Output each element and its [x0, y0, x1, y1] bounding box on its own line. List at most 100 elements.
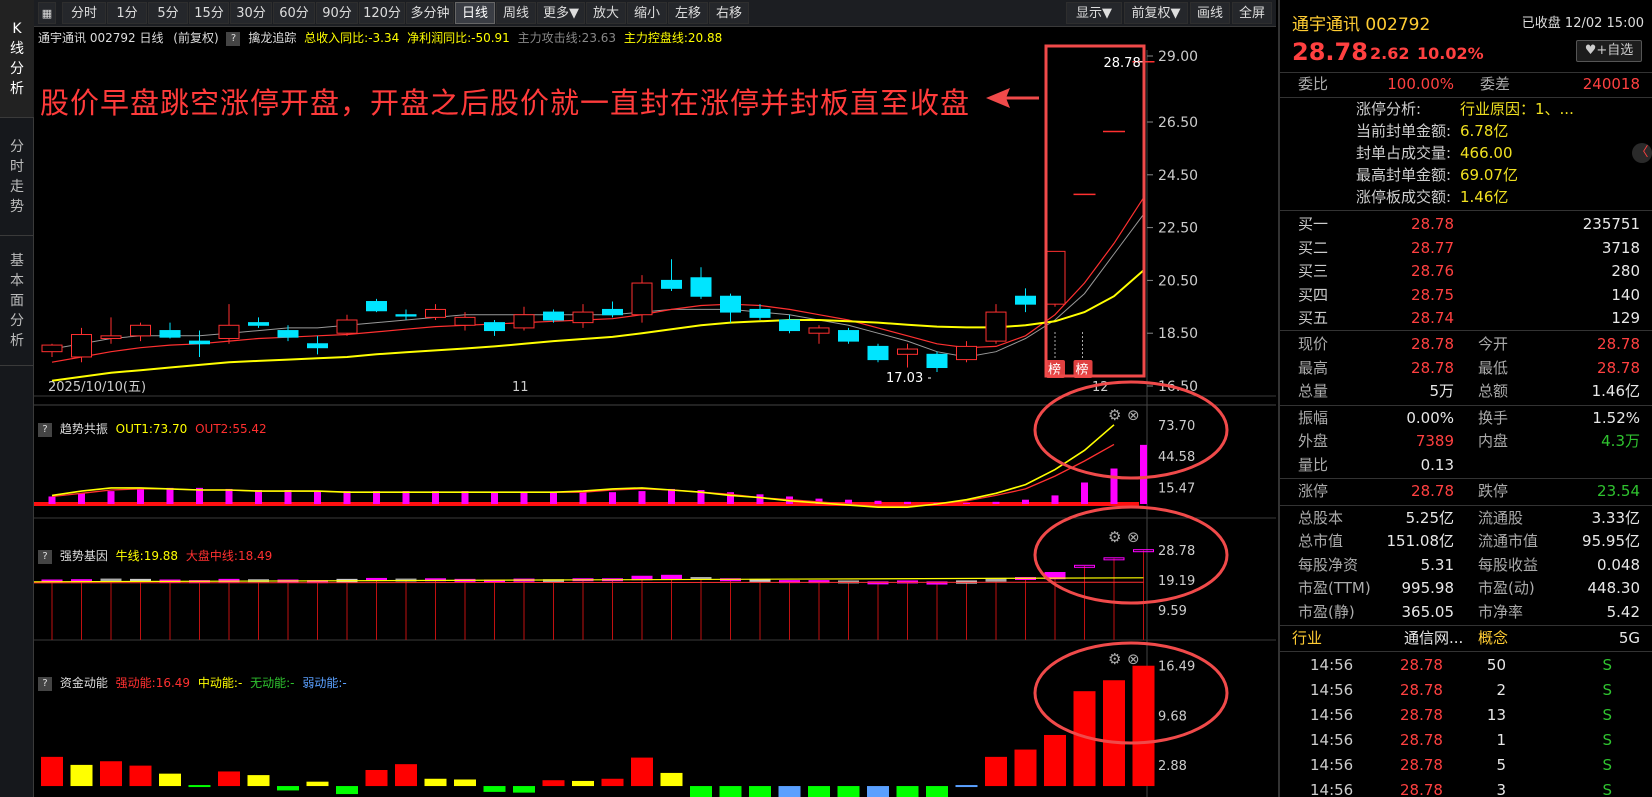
p2-mid-line [34, 581, 1144, 584]
toolbar-btn-4[interactable]: 30分 [230, 2, 272, 24]
stat-value: 23.54 [1597, 482, 1640, 500]
toolbar-right-btn-0[interactable]: 显示▼ [1066, 2, 1122, 24]
toolbar-btn-2[interactable]: 5分 [148, 2, 188, 24]
p1-bar [491, 492, 498, 504]
candle[interactable] [690, 267, 712, 299]
toolbar-btn-5[interactable]: 60分 [273, 2, 315, 24]
gear-icon[interactable]: ⚙ [1108, 650, 1121, 668]
tab-fundamentals[interactable]: 基 本 面 分 析 [0, 236, 34, 366]
ma-gray-line [51, 214, 1144, 358]
toolbar-btn-6[interactable]: 90分 [316, 2, 358, 24]
toolbar-btn-11[interactable]: 更多▼ [537, 2, 585, 24]
toolbar-btn-7[interactable]: 120分 [359, 2, 405, 24]
p3-ytick-label: 16.49 [1158, 660, 1195, 675]
candle[interactable] [513, 306, 535, 331]
main-ytick-label: 18.50 [1158, 326, 1198, 342]
p3-bar [985, 756, 1007, 787]
book-level: 买二 [1298, 238, 1329, 257]
candle-body [897, 348, 918, 355]
tab-char: K [12, 20, 22, 37]
toolbar-btn-14[interactable]: 左移 [668, 2, 708, 24]
candle[interactable] [1044, 250, 1066, 307]
toolbar-right-btn-1[interactable]: 前复权▼ [1124, 2, 1188, 24]
gear-icon[interactable]: ⚙ [1108, 528, 1121, 546]
toolbar-btn-3[interactable]: 15分 [189, 2, 229, 24]
candle[interactable] [366, 298, 387, 313]
p1-bar [343, 491, 351, 504]
candle[interactable] [307, 335, 328, 355]
stat-value: 5.25亿 [1405, 508, 1454, 527]
candle[interactable] [336, 314, 358, 336]
help-icon[interactable]: ? [38, 676, 52, 691]
app-window: K 线 分 析 分 时 走 势 基 本 面 分 析 分时 1分 5分 15分 30分 60… [0, 0, 1652, 797]
toolbar-btn-13[interactable]: 缩小 [627, 2, 667, 24]
stat-value: 151.08亿 [1386, 532, 1455, 550]
candle-body [277, 330, 299, 338]
candle[interactable] [484, 320, 505, 336]
candle[interactable] [720, 293, 741, 323]
add-watchlist-button[interactable]: ♥+自选 [1576, 40, 1642, 62]
toolbar-btn-1[interactable]: 1分 [107, 2, 147, 24]
help-icon[interactable]: ? [38, 422, 52, 437]
toolbar-btn-0[interactable]: 分时 [62, 2, 106, 24]
toolbar-right-btn-2[interactable]: 画线 [1190, 2, 1230, 24]
tab-kline-analysis[interactable]: K 线 分 析 [0, 0, 34, 118]
close-icon[interactable]: ⊗ [1127, 650, 1140, 668]
candle[interactable] [602, 301, 623, 318]
toolbar-btn-12[interactable]: 放大 [586, 2, 626, 24]
collapse-panel-button[interactable]: 〈 [1632, 143, 1652, 163]
p2-box [100, 578, 122, 582]
candle[interactable] [189, 330, 210, 357]
candle[interactable] [956, 341, 977, 363]
candle[interactable] [985, 304, 1007, 344]
divider [1280, 651, 1652, 652]
candle[interactable] [130, 322, 151, 342]
candle-body [71, 334, 92, 358]
candle[interactable] [159, 322, 181, 339]
concept-value[interactable]: 5G [1619, 627, 1640, 649]
candle[interactable] [572, 304, 594, 328]
close-icon[interactable]: ⊗ [1127, 406, 1140, 424]
candle[interactable] [867, 343, 889, 363]
stat-label: 每股收益 [1478, 555, 1539, 574]
p1-bar [107, 491, 115, 504]
candle[interactable] [71, 327, 92, 363]
book-volume: 3718 [1601, 238, 1640, 257]
profit-yoy: 净利润同比:-50.91 [407, 31, 510, 45]
candle[interactable] [218, 304, 240, 344]
candle[interactable] [808, 325, 830, 344]
candle[interactable] [779, 314, 800, 334]
quote-panel: 通宇通讯 002792 已收盘 12/02 15:00 28.78 2.62 1… [1278, 0, 1652, 797]
main-ytick-label: 24.50 [1158, 168, 1198, 184]
candle[interactable] [926, 351, 948, 373]
help-icon[interactable]: ? [38, 549, 52, 564]
stat-value: 0.048 [1597, 555, 1640, 574]
industry-value[interactable]: 通信网... [1404, 627, 1463, 649]
menu-icon[interactable]: ▦ [38, 2, 56, 24]
toolbar-btn-15[interactable]: 右移 [709, 2, 749, 24]
tab-intraday[interactable]: 分 时 走 势 [0, 118, 34, 236]
candle[interactable] [897, 343, 918, 368]
toolbar-right-btn-3[interactable]: 全屏 [1232, 2, 1272, 24]
candle-body [484, 322, 505, 332]
help-icon[interactable]: ? [226, 31, 241, 46]
candle[interactable] [41, 343, 63, 357]
candle[interactable] [661, 259, 682, 291]
candle[interactable] [425, 304, 446, 320]
close-icon[interactable]: ⊗ [1127, 528, 1140, 546]
candle-body [425, 308, 446, 318]
candle[interactable] [838, 327, 859, 344]
candle[interactable] [1015, 288, 1036, 313]
candle[interactable] [248, 317, 269, 328]
candle-body [41, 344, 63, 353]
toolbar-btn-9[interactable]: 日线 [455, 2, 495, 24]
p2-ytick-label: 19.19 [1158, 574, 1195, 589]
gear-icon[interactable]: ⚙ [1108, 406, 1121, 424]
toolbar-btn-8[interactable]: 多分钟 [406, 2, 454, 24]
divider [1280, 504, 1652, 506]
toolbar-btn-10[interactable]: 周线 [496, 2, 536, 24]
candle[interactable] [395, 309, 417, 320]
stat-label: 量比 [1298, 455, 1329, 474]
book-price: 28.78 [1411, 215, 1454, 233]
p3-bar [572, 780, 594, 787]
